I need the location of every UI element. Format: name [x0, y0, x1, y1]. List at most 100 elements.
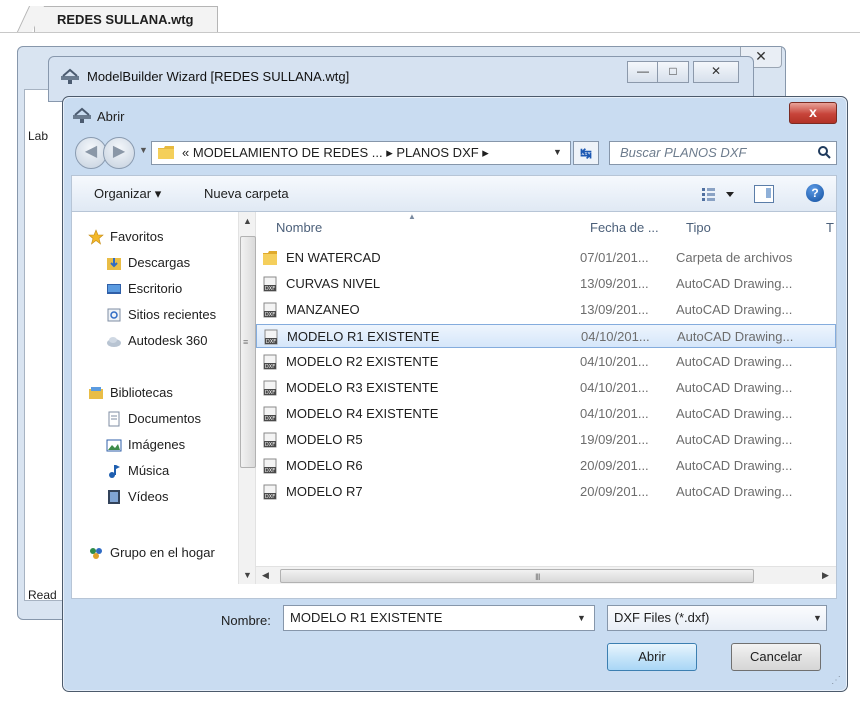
svg-text:DXF: DXF [265, 364, 275, 370]
command-toolbar: Organizar ▾ Nueva carpeta ? [71, 175, 837, 211]
wizard-window-title: ModelBuilder Wizard [REDES SULLANA.wtg] [87, 69, 350, 84]
pictures-icon [106, 439, 122, 452]
refresh-icon: ↹ [580, 145, 592, 161]
svg-text:DXF: DXF [265, 416, 275, 422]
wizard-minimize-button[interactable]: — [627, 61, 659, 83]
document-tab[interactable]: REDES SULLANA.wtg [34, 6, 218, 32]
grip-icon: ≡ [243, 337, 249, 347]
background-window-panel [24, 89, 66, 601]
background-side-label: Lab [28, 129, 49, 143]
preview-pane-icon[interactable] [754, 185, 774, 203]
column-header-name[interactable]: Nombre [276, 220, 322, 235]
file-row[interactable]: EN WATERCAD 07/01/201... Carpeta de archiv… [256, 246, 836, 270]
file-date: 04/10/201... [580, 354, 649, 369]
open-file-dialog: Abrir x ◀ ▶ ▼ « MODELAMIENTO DE REDES ..… [62, 96, 848, 692]
file-row[interactable]: DXF MANZANEO 13/09/201... AutoCAD Drawing..… [256, 298, 836, 322]
file-row[interactable]: DXF MODELO R5 19/09/201... AutoCAD Drawing.… [256, 428, 836, 452]
open-button[interactable]: Abrir [607, 643, 697, 671]
file-name: MODELO R7 [286, 484, 363, 499]
content-area: Favoritos Descargas Escritorio Sitios re… [71, 211, 837, 599]
desktop-icon [107, 284, 121, 294]
file-list-hscrollbar[interactable]: ◀ III ▶ [256, 566, 836, 584]
file-row[interactable]: DXF MODELO R7 20/09/201... AutoCAD Drawing.… [256, 480, 836, 504]
file-type: AutoCAD Drawing... [676, 380, 793, 395]
file-type: AutoCAD Drawing... [676, 458, 793, 473]
star-icon [88, 229, 104, 245]
cloud-icon [107, 337, 121, 347]
refresh-button[interactable]: ↹ [573, 141, 599, 165]
svg-text:DXF: DXF [265, 442, 275, 448]
file-date: 20/09/201... [580, 458, 649, 473]
background-status-label: Read [28, 588, 57, 602]
nav-item-label: Documentos [128, 411, 201, 426]
nav-item-label: Escritorio [128, 281, 183, 296]
recent-locations-dropdown[interactable]: ▼ [139, 145, 148, 155]
navigation-scrollbar[interactable]: ▲ ≡ ▼ [238, 212, 256, 584]
dialog-close-button[interactable]: x [789, 102, 837, 124]
wizard-close-button[interactable]: ✕ [693, 61, 739, 83]
nav-homegroup-label: Grupo en el hogar [110, 545, 215, 560]
dxf-file-icon: DXF [263, 302, 277, 318]
scroll-left-icon[interactable]: ◀ [262, 570, 269, 581]
modelbuilder-icon [61, 68, 79, 84]
file-type: AutoCAD Drawing... [677, 329, 794, 344]
organize-menu[interactable]: Organizar ▾ [94, 186, 161, 202]
hscrollbar-thumb[interactable]: III [280, 569, 754, 583]
filename-input[interactable]: MODELO R1 EXISTENTE [283, 605, 595, 631]
search-input[interactable]: Buscar PLANOS DXF [609, 141, 837, 165]
file-type: AutoCAD Drawing... [676, 432, 793, 447]
forward-button[interactable]: ▶ [103, 137, 135, 169]
address-dropdown[interactable]: ▼ [553, 147, 562, 157]
grip-icon: III [535, 572, 540, 582]
file-date: 04/10/201... [580, 406, 649, 421]
documents-icon [108, 411, 120, 427]
scrollbar-thumb[interactable]: ≡ [240, 236, 256, 468]
dxf-file-icon: DXF [263, 458, 277, 474]
search-icon[interactable] [817, 145, 831, 159]
homegroup-icon [90, 548, 102, 559]
file-date: 13/09/201... [580, 302, 649, 317]
recent-places-icon [107, 308, 121, 322]
wizard-maximize-button[interactable]: □ [657, 61, 689, 83]
sort-ascending-icon: ▲ [408, 212, 416, 221]
file-list: ▲ Nombre Fecha de ... Tipo T EN WATERCAD… [256, 212, 838, 572]
dxf-file-icon: DXF [263, 276, 277, 292]
file-name: MODELO R1 EXISTENTE [287, 329, 440, 344]
file-name: EN WATERCAD [286, 250, 381, 265]
file-row[interactable]: DXF MODELO R1 EXISTENTE 04/10/201... AutoCA… [256, 324, 836, 348]
svg-text:DXF: DXF [265, 468, 275, 474]
modelbuilder-icon [73, 107, 91, 123]
file-row[interactable]: DXF MODELO R3 EXISTENTE 04/10/201... AutoCA… [256, 376, 836, 400]
file-type-select[interactable]: DXF Files (*.dxf) [607, 605, 827, 631]
file-name: MODELO R4 EXISTENTE [286, 406, 439, 421]
file-row[interactable]: DXF MODELO R4 EXISTENTE 04/10/201... AutoCA… [256, 402, 836, 426]
chevron-down-icon[interactable]: ▼ [813, 613, 822, 623]
view-options-icon[interactable] [700, 184, 740, 204]
document-tab-strip: REDES SULLANA.wtg [0, 0, 860, 33]
cancel-button[interactable]: Cancelar [731, 643, 821, 671]
nav-item-label: Descargas [128, 255, 191, 270]
file-date: 19/09/201... [580, 432, 649, 447]
scroll-up-icon[interactable]: ▲ [243, 216, 252, 226]
file-row[interactable]: DXF MODELO R2 EXISTENTE 04/10/201... AutoCA… [256, 350, 836, 374]
wizard-caption-buttons: — □ ✕ [627, 61, 745, 83]
scroll-right-icon[interactable]: ▶ [822, 570, 829, 581]
address-bar[interactable]: « MODELAMIENTO DE REDES ... ▸ PLANOS DXF… [151, 141, 571, 165]
address-path: « MODELAMIENTO DE REDES ... ▸ PLANOS DXF… [182, 145, 489, 160]
new-folder-button[interactable]: Nueva carpeta [204, 186, 289, 201]
column-header-date[interactable]: Fecha de ... [590, 220, 659, 235]
file-row[interactable]: DXF MODELO R6 20/09/201... AutoCAD Drawing.… [256, 454, 836, 478]
filename-dropdown-icon[interactable]: ▼ [577, 613, 586, 623]
column-header-extra[interactable]: T [826, 220, 834, 235]
resize-grip-icon[interactable]: ⋰ [831, 675, 841, 686]
column-header-type[interactable]: Tipo [686, 220, 711, 235]
file-row[interactable]: DXF CURVAS NIVEL 13/09/201... AutoCAD Drawi… [256, 272, 836, 296]
scroll-down-icon[interactable]: ▼ [243, 570, 252, 580]
file-name: MODELO R3 EXISTENTE [286, 380, 439, 395]
arrow-left-icon: ◀ [84, 143, 98, 160]
help-icon[interactable]: ? [806, 184, 824, 202]
svg-text:DXF: DXF [265, 312, 275, 318]
dxf-file-icon: DXF [263, 380, 277, 396]
nav-item-label: Imágenes [128, 437, 186, 452]
nav-item-label: Sitios recientes [128, 307, 217, 322]
